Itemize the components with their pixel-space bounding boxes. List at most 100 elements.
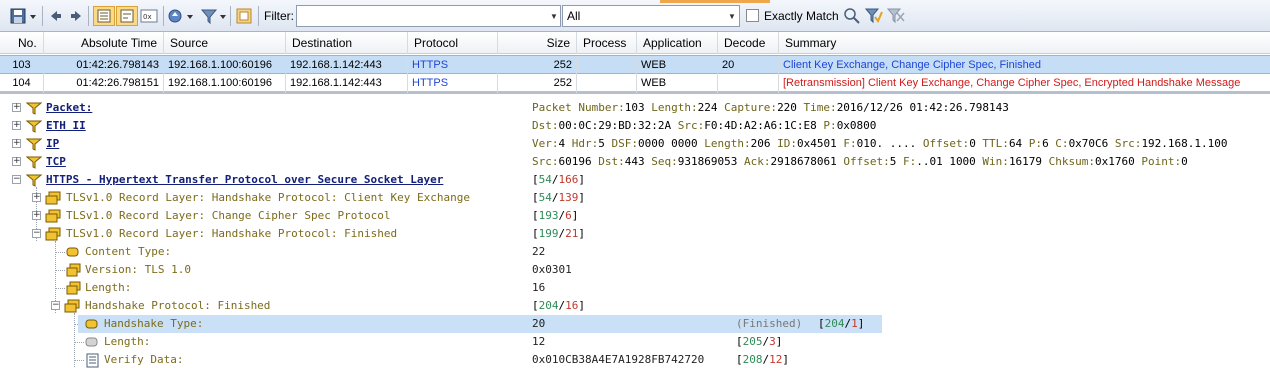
field-icon — [85, 337, 98, 347]
toolbar-separator — [42, 6, 43, 26]
tree-node-eth[interactable]: + ETH II Dst:00:0C:29:BD:32:2A Src:F0:4D… — [0, 117, 1270, 135]
tree-node-label: Handshake Protocol: Finished — [85, 299, 271, 312]
apply-filter-button[interactable] — [864, 6, 884, 26]
list-view-button[interactable] — [93, 6, 115, 26]
column-header-destination[interactable]: Destination — [286, 32, 408, 54]
tree-node-label: TLSv1.0 Record Layer: Handshake Protocol… — [66, 191, 470, 204]
byte-range: [199/21] — [532, 227, 585, 240]
tree-node-ip[interactable]: + IP Ver:4 Hdr:5 DSF:0000 0000 Length:20… — [0, 135, 1270, 153]
filter-apply-icon — [865, 8, 883, 24]
expand-toggle[interactable]: + — [12, 139, 21, 148]
exact-match-label: Exactly Match — [764, 9, 839, 23]
collapse-toggle[interactable]: − — [51, 301, 60, 310]
tree-field-value: 0x010CB38A4E7A1928FB742720 — [532, 353, 705, 366]
tree-field-label: Content Type: — [85, 245, 172, 258]
column-header-time[interactable]: Absolute Time — [44, 32, 164, 54]
tree-node-value: Ver:4 Hdr:5 DSF:0000 0000 Length:206 ID:… — [532, 137, 1228, 150]
search-button[interactable] — [842, 6, 862, 26]
tree-field-label: Length: — [104, 335, 151, 348]
packet-application: WEB — [637, 56, 718, 75]
tree-node-packet[interactable]: + Packet: Packet Number:103 Length:224 C… — [0, 99, 1270, 117]
column-header-size[interactable]: Size — [498, 32, 577, 54]
tree-field[interactable]: Length: 16 — [0, 279, 1270, 297]
protocol-node-icon — [26, 174, 42, 187]
column-header-no[interactable]: No. — [0, 32, 44, 54]
multi-field-icon — [66, 281, 81, 295]
scope-dropdown-arrow[interactable]: ▼ — [725, 6, 739, 26]
tree-node-record[interactable]: + TLSv1.0 Record Layer: Change Cipher Sp… — [0, 207, 1270, 225]
tree-node-label: IP — [46, 137, 60, 150]
filter-dropdown-arrow[interactable]: ▼ — [547, 6, 561, 26]
toolbar-accent — [660, 0, 770, 3]
tree-field[interactable]: Verify Data: 0x010CB38A4E7A1928FB742720 … — [0, 351, 1270, 368]
tree-field-label: Version: TLS 1.0 — [85, 263, 191, 276]
field-icon — [85, 319, 98, 329]
packet-decode: 20 — [718, 56, 779, 75]
collapse-toggle[interactable]: − — [32, 229, 41, 238]
search-icon — [844, 8, 860, 24]
options-button[interactable] — [234, 6, 254, 26]
packet-summary: Client Key Exchange, Change Cipher Spec,… — [783, 59, 1042, 71]
column-header-application[interactable]: Application — [637, 32, 718, 54]
hex-view-button[interactable]: 0x — [139, 6, 159, 26]
byte-range: [54/139] — [532, 191, 585, 204]
column-header-process[interactable]: Process — [577, 32, 637, 54]
protocol-node-icon — [26, 156, 42, 169]
tree-field-label: Handshake Type: — [104, 317, 204, 330]
filter-scope-select[interactable]: All — [562, 5, 740, 27]
arrow-left-icon — [51, 11, 61, 21]
tree-node-value: Packet Number:103 Length:224 Capture:220… — [532, 101, 1009, 114]
packet-source: 192.168.1.100:60196 — [164, 74, 286, 93]
tree-field-selected[interactable]: Handshake Type: 20 (Finished) [204/1] — [0, 315, 1270, 333]
collapse-toggle[interactable]: − — [12, 175, 21, 184]
tree-node-record[interactable]: + TLSv1.0 Record Layer: Handshake Protoc… — [0, 189, 1270, 207]
tree-field-value: 0x0301 — [532, 263, 572, 276]
tree-field-value: 22 — [532, 245, 546, 258]
decode-dropdown-button[interactable] — [167, 6, 195, 26]
packet-decode — [718, 74, 779, 93]
byte-range: [205/3] — [736, 335, 783, 348]
clear-filter-button[interactable] — [886, 6, 906, 26]
exact-match-checkbox[interactable] — [746, 9, 759, 22]
tree-node-handshake[interactable]: − Handshake Protocol: Finished [204/16] — [0, 297, 1270, 315]
column-header-source[interactable]: Source — [164, 32, 286, 54]
column-header-summary[interactable]: Summary — [779, 32, 1270, 54]
tree-field-label: Length: — [85, 281, 132, 294]
back-button[interactable] — [48, 6, 64, 26]
packet-row[interactable]: 103 01:42:26.798143 192.168.1.100:60196 … — [0, 55, 1270, 75]
tree-field[interactable]: Version: TLS 1.0 0x0301 — [0, 261, 1270, 279]
column-header-protocol[interactable]: Protocol — [408, 32, 498, 54]
tree-node-value: Src:60196 Dst:443 Seq:931869053 Ack:2918… — [532, 155, 1188, 168]
tree-node-record[interactable]: − TLSv1.0 Record Layer: Handshake Protoc… — [0, 225, 1270, 243]
tree-node-label: HTTPS - Hypertext Transfer Protocol over… — [46, 173, 444, 186]
tree-node-label: Packet: — [46, 101, 93, 114]
column-header-decode[interactable]: Decode — [718, 32, 779, 54]
tree-node-label: TLSv1.0 Record Layer: Handshake Protocol… — [66, 227, 398, 240]
tree-node-label: TCP — [46, 155, 66, 168]
filter-input[interactable] — [296, 5, 561, 27]
expand-toggle[interactable]: + — [32, 211, 41, 220]
multi-field-icon — [66, 263, 81, 277]
tree-node-https[interactable]: − HTTPS - Hypertext Transfer Protocol ov… — [0, 171, 1270, 189]
tree-node-tcp[interactable]: + TCP Src:60196 Dst:443 Seq:931869053 Ac… — [0, 153, 1270, 171]
filter-dropdown-button[interactable] — [200, 6, 228, 26]
packet-destination: 192.168.1.142:443 — [286, 74, 408, 93]
expand-toggle[interactable]: + — [12, 157, 21, 166]
expand-toggle[interactable]: + — [12, 103, 21, 112]
save-dropdown-button[interactable] — [8, 6, 38, 26]
tree-field[interactable]: Content Type: 22 — [0, 243, 1270, 261]
expand-toggle[interactable]: + — [12, 121, 21, 130]
toolbar-separator — [230, 6, 231, 26]
save-icon — [10, 8, 36, 24]
forward-button[interactable] — [68, 6, 84, 26]
record-layer-icon — [64, 299, 80, 313]
detail-view-button[interactable] — [116, 6, 138, 26]
tree-field-value: 20 — [532, 317, 546, 330]
packet-row[interactable]: 104 01:42:26.798151 192.168.1.100:60196 … — [0, 74, 1270, 93]
expand-toggle[interactable]: + — [32, 193, 41, 202]
tree-field[interactable]: Length: 12 [205/3] — [0, 333, 1270, 351]
svg-text:0x: 0x — [143, 13, 152, 21]
toolbar-separator — [88, 6, 89, 26]
packet-detail-tree: + Packet: Packet Number:103 Length:224 C… — [0, 97, 1270, 368]
tree-field-label: Verify Data: — [104, 353, 184, 366]
